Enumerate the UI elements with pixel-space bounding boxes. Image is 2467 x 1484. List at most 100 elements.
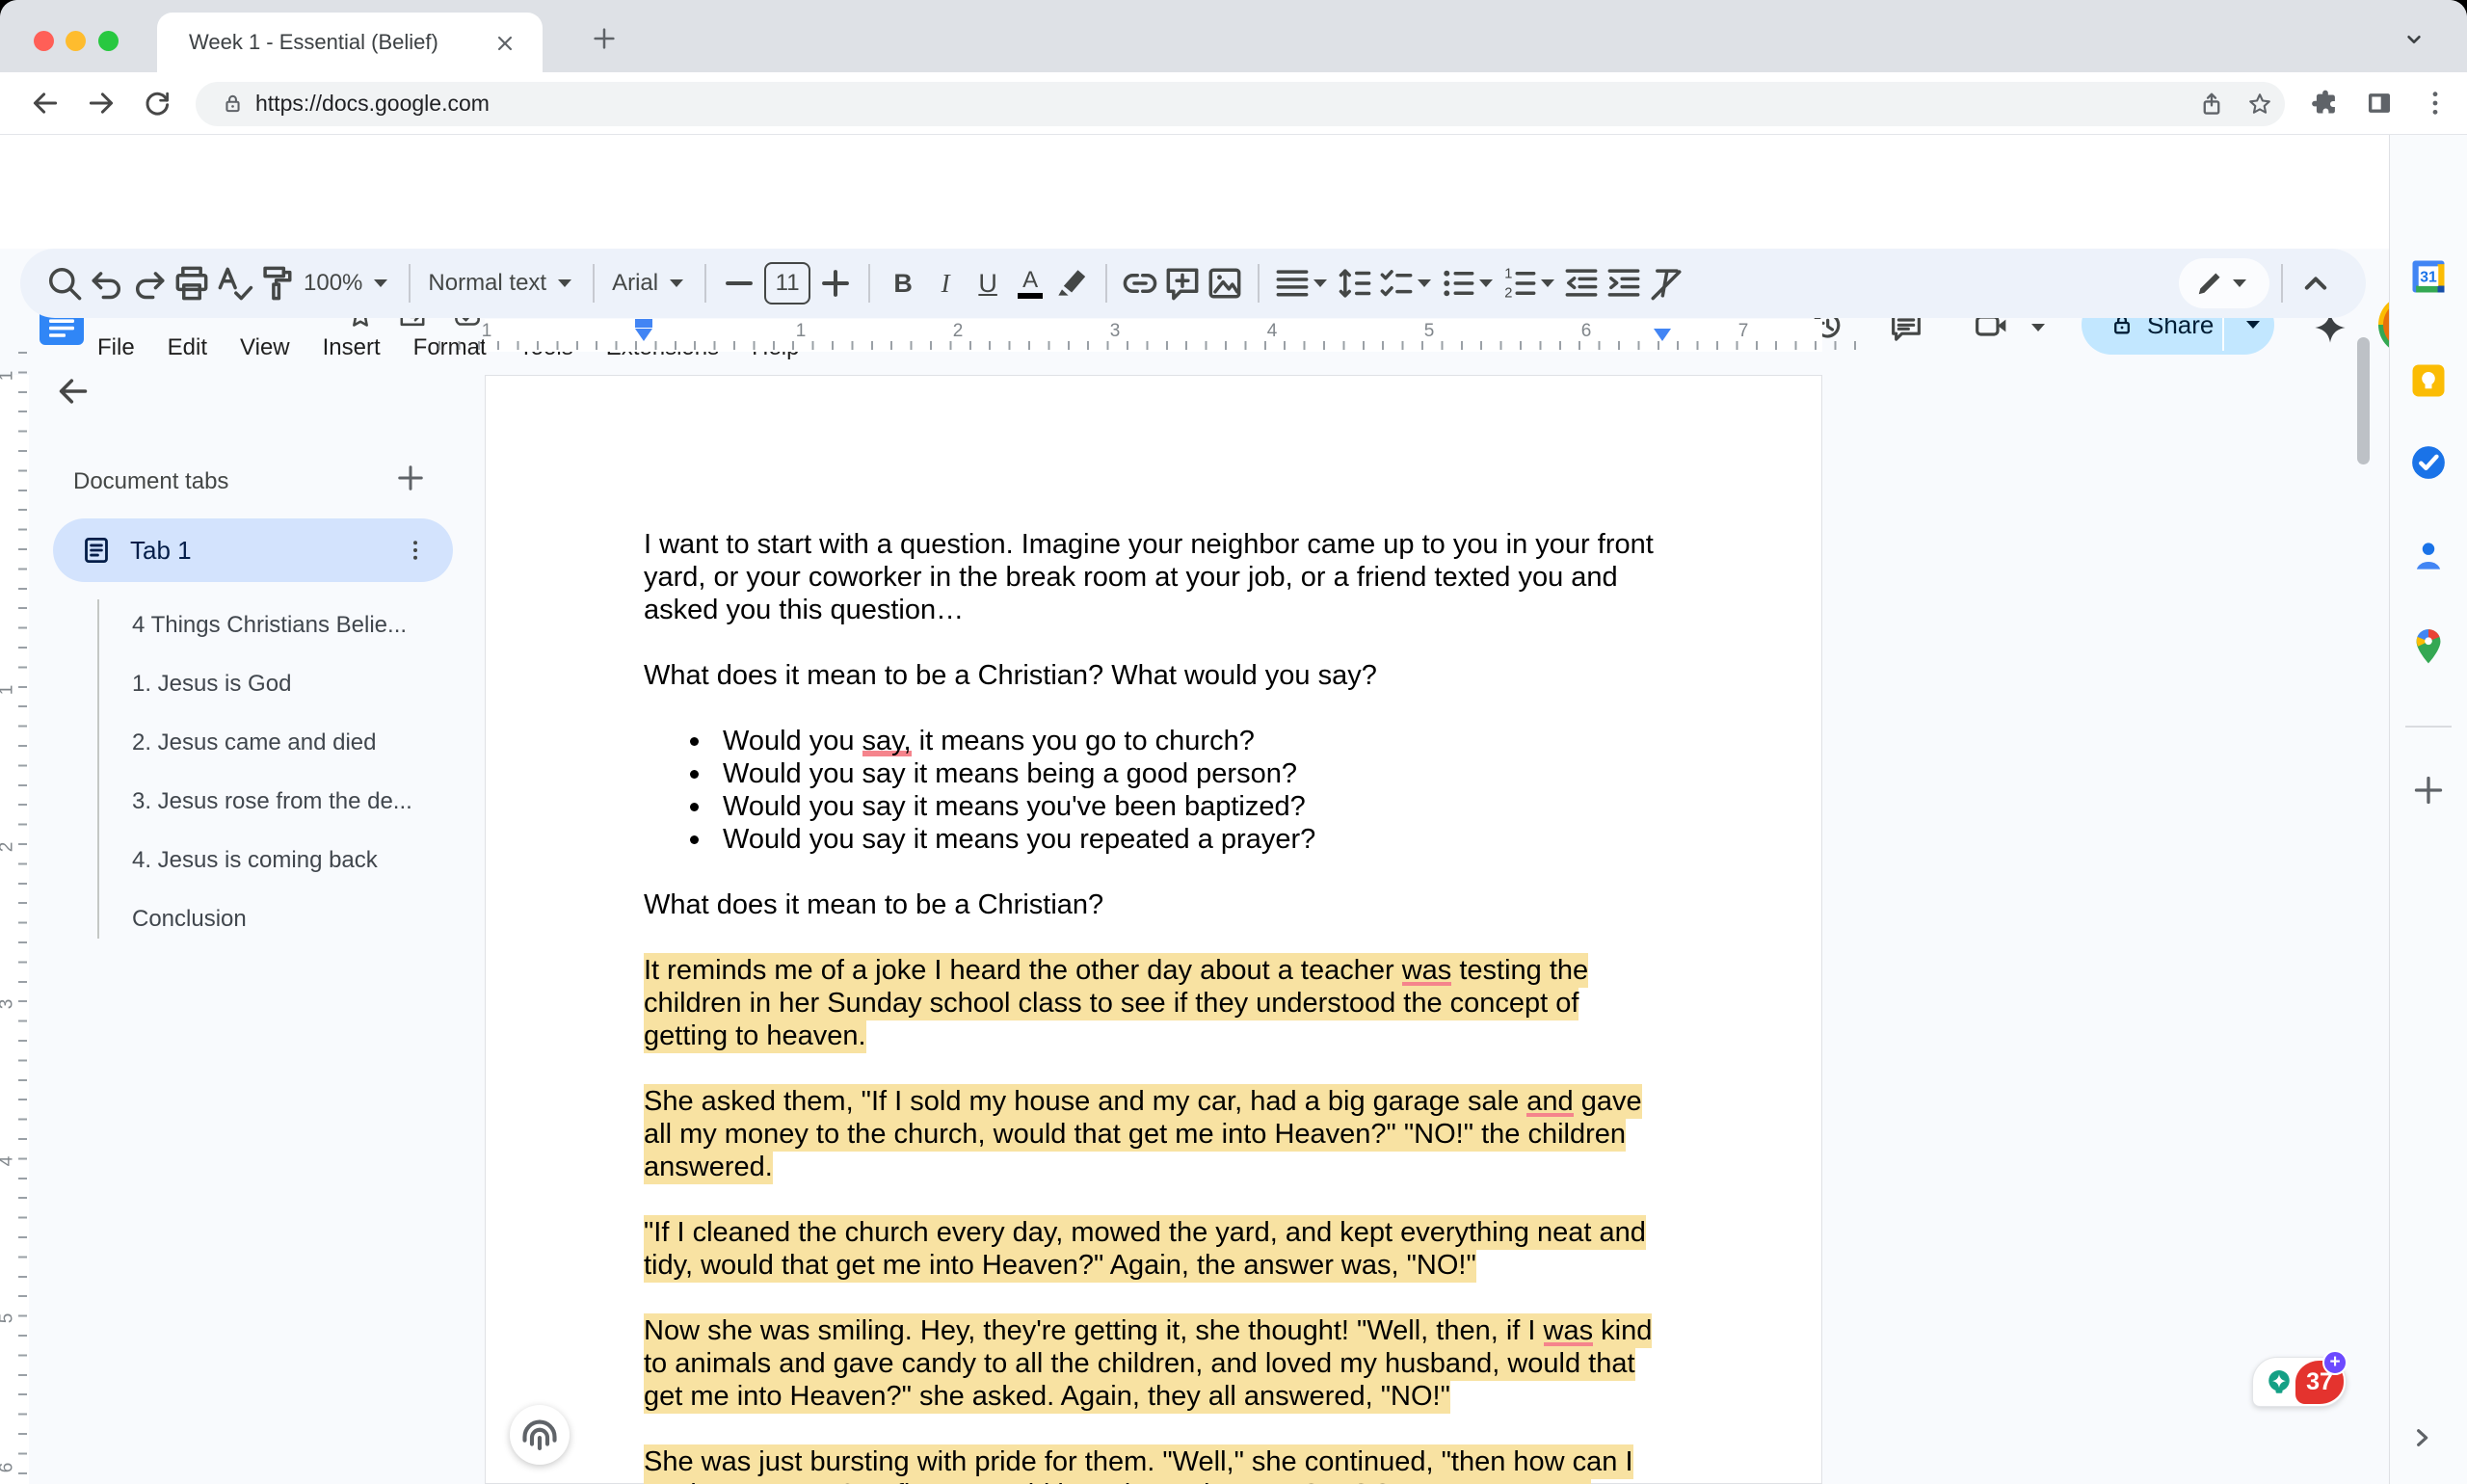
print-icon[interactable] [171,262,213,305]
paragraph: What does it mean to be a Christian? [644,888,1665,921]
reload-icon[interactable] [141,87,173,119]
ruler-number: 2 [953,321,964,342]
horizontal-ruler[interactable]: 11234567 [29,319,2371,352]
side-panel-icon[interactable] [2363,87,2396,119]
pen-icon [2192,266,2227,301]
outline-item-6[interactable]: Conclusion [132,889,450,948]
numbered-list-dropdown-icon[interactable] [1541,279,1554,287]
right-indent-marker[interactable] [1654,329,1671,341]
editing-mode-button[interactable] [2179,258,2269,308]
outline-item-5[interactable]: 4. Jesus is coming back [132,831,450,889]
extension-suggestions-pill[interactable]: 37 + [2252,1357,2347,1407]
tasks-icon[interactable] [2407,441,2450,484]
show-side-panel-chevron-icon[interactable] [2406,1422,2437,1453]
address-bar[interactable]: https://docs.google.com [196,82,2285,126]
image-icon[interactable] [1204,262,1246,305]
bullet-item: Would you say it means you repeated a pr… [644,823,1665,856]
get-addons-plus-icon[interactable] [2409,771,2448,809]
share-page-icon[interactable] [2198,91,2225,118]
tab-options-kebab-icon[interactable] [401,536,430,565]
outdent-icon[interactable] [1560,262,1603,305]
paragraph: It reminds me of a joke I heard the othe… [644,954,1665,1052]
window-zoom-button[interactable] [98,31,119,51]
bulleted-list-dropdown-icon[interactable] [1479,279,1493,287]
ruler-number: 5 [0,1313,17,1324]
ruler-ticks [438,341,1860,350]
font-select[interactable]: Arial [606,270,693,297]
close-tabs-panel-arrow-icon[interactable] [54,372,93,411]
font-size-input[interactable]: 11 [764,262,810,305]
ruler-number: 2 [0,842,17,853]
decrease-font-size-icon[interactable] [718,262,760,305]
line-spacing-icon[interactable] [1333,262,1375,305]
ruler-number: 1 [0,685,17,696]
window-close-button[interactable] [34,31,54,51]
ruler-number: 3 [0,999,17,1010]
back-icon[interactable] [29,87,62,119]
outline-item-4[interactable]: 3. Jesus rose from the de... [132,772,450,831]
document-outline-list: 4 Things Christians Belie...1. Jesus is … [132,596,450,948]
browser-nav-bar: https://docs.google.com [0,72,2467,135]
comment-icon[interactable] [1161,262,1204,305]
body-text: I want to start with a question. Imagine… [644,529,1654,625]
spellcheck-icon[interactable] [213,262,255,305]
new-tab-icon[interactable] [590,24,619,53]
numbered-list-icon[interactable]: 12 [1499,262,1541,305]
calendar-icon[interactable]: 31 [2407,255,2450,298]
browser-tab[interactable]: Week 1 - Essential (Belief) [157,13,543,72]
vertical-ruler[interactable]: 1123456 [0,352,29,1484]
search-icon[interactable] [43,262,86,305]
clear-formatting-icon[interactable] [1645,262,1687,305]
contacts-icon[interactable] [2407,535,2450,577]
document-scrollbar-thumb[interactable] [2357,337,2370,464]
forward-icon[interactable] [85,87,118,119]
redo-icon[interactable] [128,262,171,305]
document-page[interactable]: I want to start with a question. Imagine… [485,375,1822,1484]
left-indent-marker[interactable] [635,329,652,341]
paragraph: She was just bursting with pride for the… [644,1445,1665,1484]
zoom-select[interactable]: 100% [298,270,397,297]
side-app-rail [2389,135,2467,1484]
document-text[interactable]: I want to start with a question. Imagine… [644,528,1665,1484]
first-line-indent-marker[interactable] [635,319,652,328]
undo-icon[interactable] [86,262,128,305]
toolbar-divider [1258,264,1260,303]
bulleted-list-icon[interactable] [1437,262,1479,305]
toolbar-divider [868,264,870,303]
indent-icon[interactable] [1603,262,1645,305]
svg-text:2: 2 [1504,286,1512,302]
increase-font-size-icon[interactable] [814,262,857,305]
paint-format-icon[interactable] [255,262,298,305]
maps-icon[interactable] [2407,624,2450,667]
tab-search-chevron-icon[interactable] [2401,27,2427,52]
extensions-puzzle-icon[interactable] [2309,87,2342,119]
underline-icon[interactable]: U [967,262,1009,305]
align-icon[interactable] [1271,262,1313,305]
document-tabs-title: Document tabs [73,468,228,495]
body-text: What does it mean to be a Christian? [644,889,1103,920]
keep-icon[interactable] [2407,359,2450,402]
add-tab-icon[interactable] [393,461,428,495]
outline-item-2[interactable]: 1. Jesus is God [132,654,450,713]
dropdown-arrow-icon [558,279,571,287]
checklist-icon[interactable] [1375,262,1418,305]
highlight-color-icon[interactable] [1051,262,1094,305]
styles-select[interactable]: Normal text [422,270,581,297]
bookmark-star-icon[interactable] [2246,91,2273,118]
sidebar-tab-1[interactable]: Tab 1 [53,518,453,582]
align-dropdown-icon[interactable] [1313,279,1327,287]
window-minimize-button[interactable] [66,31,86,51]
browser-menu-kebab-icon[interactable] [2419,87,2452,119]
dropdown-arrow-icon [670,279,683,287]
outline-item-1[interactable]: 4 Things Christians Belie... [132,596,450,654]
tab-close-icon[interactable] [492,31,517,56]
outline-item-3[interactable]: 2. Jesus came and died [132,713,450,772]
italic-icon[interactable]: I [924,262,967,305]
hide-menus-chevron-icon[interactable] [2295,262,2337,305]
checklist-dropdown-icon[interactable] [1418,279,1431,287]
link-icon[interactable] [1119,262,1161,305]
bold-icon[interactable]: B [882,262,924,305]
text-color-icon[interactable]: A [1009,262,1051,305]
fingerprint-widget-button[interactable] [510,1405,570,1465]
highlighted-text: It reminds me of a joke I heard the othe… [644,953,1402,988]
